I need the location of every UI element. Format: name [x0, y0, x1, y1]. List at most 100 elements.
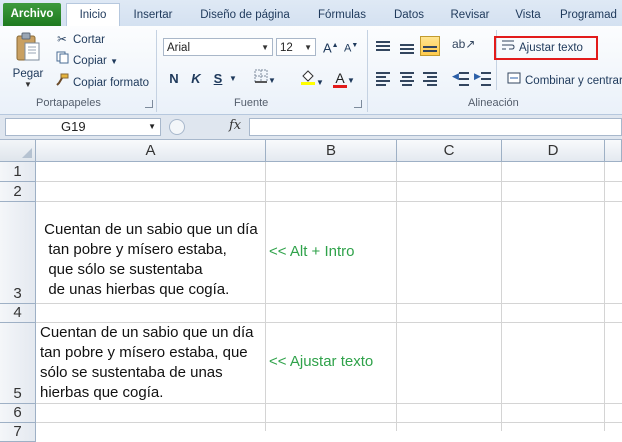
column-divider — [501, 162, 502, 431]
spreadsheet-grid: A B C D 1 2 3 4 5 6 7 Cuentan de un sabi… — [0, 140, 622, 442]
fill-bucket-icon — [300, 70, 316, 88]
chevron-down-icon: ▼ — [316, 78, 324, 87]
increase-indent-button[interactable]: ▶ — [474, 68, 494, 88]
cell-b3[interactable]: << Alt + Intro — [269, 243, 354, 260]
tab-vista[interactable]: Vista — [506, 5, 550, 26]
chevron-down-icon: ▼ — [261, 43, 269, 52]
increase-font-icon[interactable]: A▲ — [323, 36, 339, 56]
alignment-group-label: Alineación — [468, 97, 519, 109]
align-top-button[interactable] — [373, 37, 393, 57]
cut-button[interactable]: ✂ Cortar — [54, 30, 105, 50]
column-divider — [604, 162, 605, 431]
font-name-value: Arial — [167, 42, 191, 54]
row-divider — [36, 303, 622, 304]
font-size-select[interactable]: 12 ▼ — [276, 38, 316, 56]
copy-icon — [54, 51, 70, 71]
decrease-indent-button[interactable]: ◀ — [452, 68, 472, 88]
tab-archivo[interactable]: Archivo — [3, 3, 61, 26]
group-separator — [156, 30, 157, 112]
column-divider — [396, 162, 397, 431]
tab-insertar[interactable]: Insertar — [126, 5, 180, 26]
scissors-icon: ✂ — [57, 34, 67, 46]
row-divider — [36, 403, 622, 404]
tab-datos[interactable]: Datos — [384, 5, 434, 26]
font-color-button[interactable]: A ▼ — [331, 69, 357, 89]
tab-diseno-pagina[interactable]: Diseño de página — [190, 5, 300, 26]
name-box-value: G19 — [61, 119, 86, 134]
chevron-down-icon: ▼ — [304, 43, 312, 52]
row-divider — [36, 181, 622, 182]
tab-revisar[interactable]: Revisar — [442, 5, 498, 26]
row-header-5[interactable]: 5 — [0, 323, 36, 404]
tab-programador[interactable]: Programad — [560, 5, 622, 26]
column-header-e[interactable] — [605, 140, 622, 162]
decrease-font-icon[interactable]: A▼ — [344, 36, 358, 56]
cell-b5[interactable]: << Ajustar texto — [269, 353, 373, 370]
column-header-d[interactable]: D — [502, 140, 605, 162]
merge-cells-icon — [506, 71, 522, 91]
wrap-text-icon — [500, 38, 516, 58]
fill-color-button[interactable]: ▼ — [299, 69, 325, 89]
cut-label: Cortar — [73, 34, 105, 46]
select-all-button[interactable] — [0, 140, 36, 162]
column-header-c[interactable]: C — [397, 140, 502, 162]
name-box[interactable]: G19 ▼ — [5, 118, 161, 136]
font-group-label: Fuente — [234, 97, 269, 109]
tab-formulas[interactable]: Fórmulas — [308, 5, 376, 26]
paste-label: Pegar — [12, 68, 44, 80]
tab-inicio[interactable]: Inicio — [66, 3, 120, 28]
row-header-2[interactable]: 2 — [0, 182, 36, 202]
copy-dropdown-icon[interactable]: ▼ — [110, 57, 118, 66]
paste-dropdown-icon[interactable]: ▼ — [8, 80, 48, 89]
group-separator — [367, 30, 368, 112]
italic-button[interactable]: K — [188, 69, 204, 89]
align-right-button[interactable] — [420, 68, 440, 88]
clipboard-group-label: Portapapeles — [36, 97, 101, 109]
align-bottom-button[interactable] — [420, 36, 440, 56]
arrow-left-icon: ◀ — [452, 71, 459, 81]
row-header-6[interactable]: 6 — [0, 404, 36, 423]
row-header-7[interactable]: 7 — [0, 423, 36, 442]
borders-button[interactable]: ▼ — [254, 69, 276, 89]
align-middle-button[interactable] — [397, 37, 417, 57]
orientation-button[interactable]: ab↗ — [452, 37, 480, 57]
clipboard-icon — [15, 32, 41, 62]
orientation-icon: ab↗ — [452, 37, 476, 51]
row-header-1[interactable]: 1 — [0, 162, 36, 182]
insert-function-button[interactable]: fx — [229, 118, 241, 133]
font-launcher-icon[interactable] — [354, 100, 362, 108]
merge-center-label: Combinar y centrar — [525, 75, 622, 87]
underline-button[interactable]: S — [210, 69, 226, 89]
copy-label: Copiar — [73, 55, 107, 67]
formula-tools: fx — [165, 118, 247, 136]
chevron-down-icon: ▼ — [347, 76, 355, 85]
paste-button[interactable]: Pegar ▼ — [8, 32, 48, 94]
format-painter-button[interactable]: Copiar formato — [54, 73, 149, 93]
format-painter-label: Copiar formato — [73, 77, 150, 89]
clipboard-launcher-icon[interactable] — [145, 100, 153, 108]
formula-bar: G19 ▼ fx — [0, 115, 622, 140]
row-header-3[interactable]: 3 — [0, 202, 36, 304]
row-header-4[interactable]: 4 — [0, 304, 36, 323]
formula-input[interactable] — [249, 118, 622, 136]
merge-center-button[interactable]: Combinar y centrar — [506, 71, 622, 91]
chevron-down-icon: ▼ — [268, 76, 276, 85]
paintbrush-icon — [54, 73, 70, 93]
cell-a5[interactable]: Cuentan de un sabio que un día tan pobre… — [40, 323, 268, 403]
column-header-b[interactable]: B — [266, 140, 397, 162]
row-divider — [36, 422, 622, 423]
align-left-button[interactable] — [373, 68, 393, 88]
align-center-button[interactable] — [397, 68, 417, 88]
wrap-text-button[interactable]: Ajustar texto — [494, 36, 598, 60]
arrow-right-icon: ▶ — [474, 71, 481, 81]
underline-dropdown-icon[interactable]: ▼ — [228, 69, 238, 89]
ribbon-tab-bar: Archivo Inicio Insertar Diseño de página… — [0, 0, 622, 28]
column-header-a[interactable]: A — [36, 140, 266, 162]
expand-circle-icon[interactable] — [169, 119, 185, 135]
font-name-select[interactable]: Arial ▼ — [163, 38, 273, 56]
copy-button[interactable]: Copiar ▼ — [54, 51, 118, 71]
bold-button[interactable]: N — [166, 69, 182, 89]
chevron-down-icon: ▼ — [148, 122, 156, 131]
cell-a3[interactable]: Cuentan de un sabio que un día tan pobre… — [40, 220, 268, 300]
row-divider — [36, 201, 622, 202]
